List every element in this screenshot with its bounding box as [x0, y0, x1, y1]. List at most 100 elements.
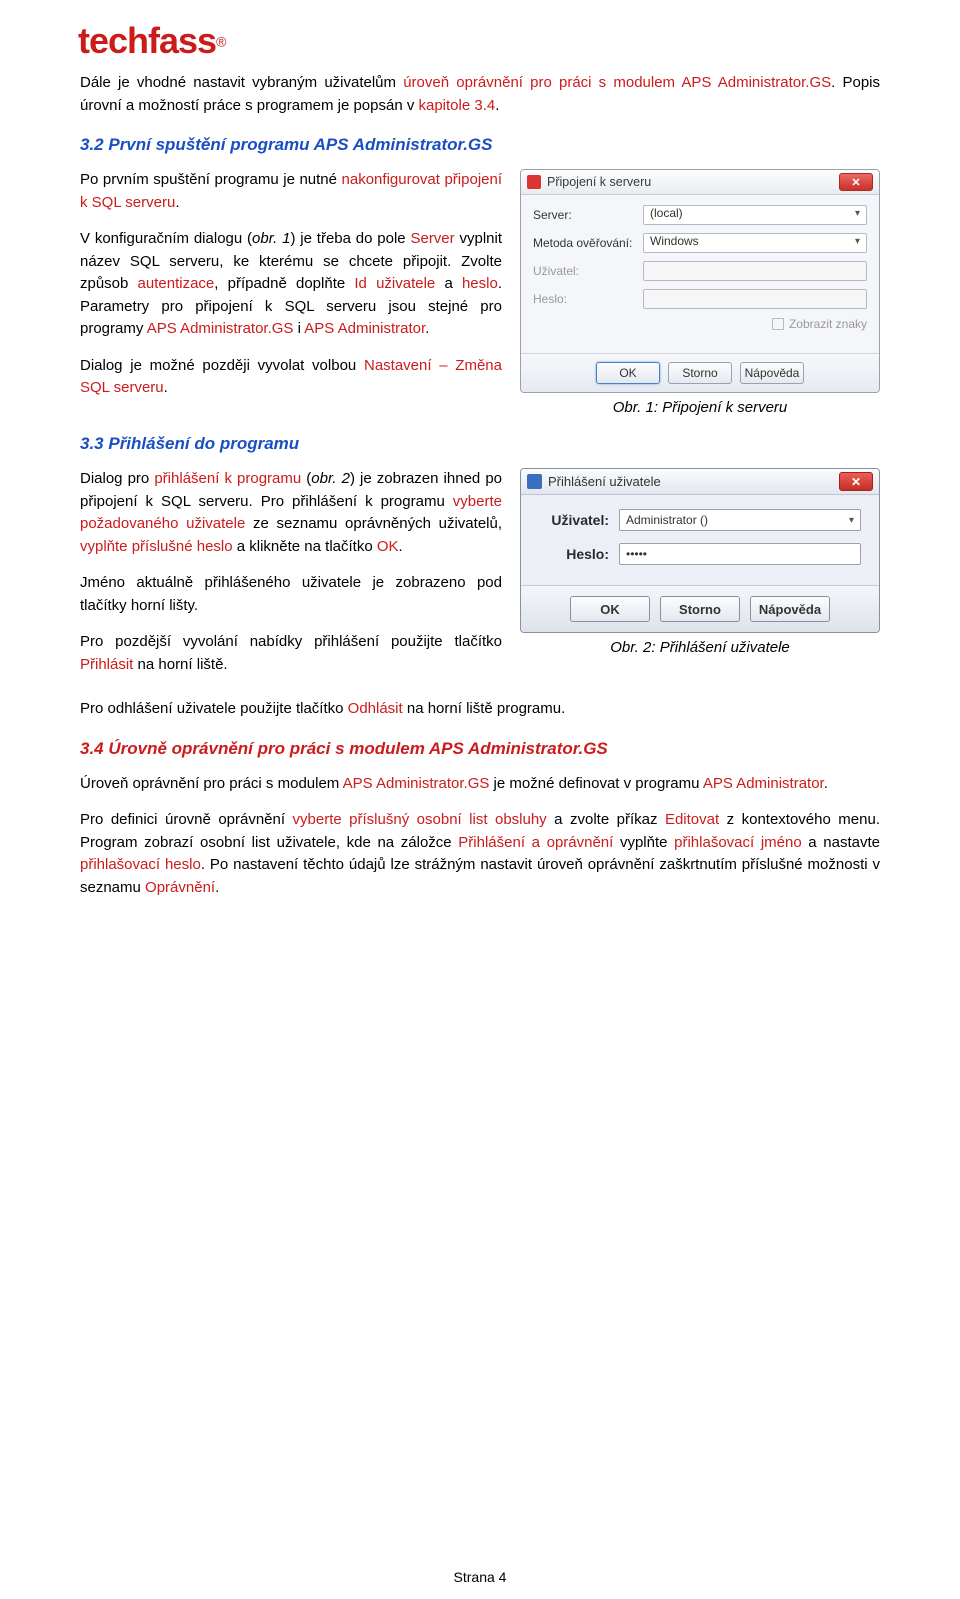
dialog-titlebar: Připojení k serveru ✕ — [521, 170, 879, 195]
user-input[interactable] — [643, 261, 867, 281]
text-red: APS Administrator.GS — [343, 775, 490, 792]
text: ze seznamu oprávněných uživatelů, — [245, 515, 502, 532]
text: vyplňte — [613, 834, 674, 851]
dialog-title: Připojení k serveru — [547, 175, 833, 189]
connection-dialog: Připojení k serveru ✕ Server: (local) Me… — [520, 169, 880, 393]
text: Dále je vhodné nastavit vybraným uživate… — [80, 74, 403, 91]
text-red: Oprávnění — [145, 879, 215, 896]
text: na horní liště programu. — [403, 700, 566, 717]
text: Po prvním spuštění programu je nutné — [80, 171, 342, 188]
close-icon: ✕ — [851, 176, 860, 189]
text: a klikněte na tlačítko — [233, 538, 377, 555]
text: Pro pozdější vyvolání nabídky přihlášení… — [80, 633, 502, 650]
text: Úroveň oprávnění pro práci s modulem — [80, 775, 343, 792]
logo-text: techfass — [78, 20, 216, 61]
text-red: vyplňte příslušné heslo — [80, 538, 233, 555]
intro-paragraph: Dále je vhodné nastavit vybraným uživate… — [80, 72, 880, 117]
logo: techfass® — [78, 20, 880, 62]
text: i — [293, 320, 304, 337]
ok-button[interactable]: OK — [570, 596, 650, 622]
text-red: kapitole 3.4 — [419, 97, 496, 114]
app-icon — [527, 474, 542, 489]
text-red: úroveň oprávnění pro práci s modulem APS… — [403, 74, 831, 91]
password-value: ••••• — [626, 547, 647, 561]
app-icon — [527, 175, 541, 189]
text-red: Přihlášení a oprávnění — [458, 834, 613, 851]
text: obr. 2 — [311, 470, 350, 487]
text-red: Server — [410, 230, 454, 247]
user-label: Uživatel: — [533, 264, 633, 278]
text-red: Odhlásit — [348, 700, 403, 717]
section-3-4-heading: 3.4 Úrovně oprávnění pro práci s modulem… — [80, 739, 880, 759]
user-value: Administrator () — [626, 513, 708, 527]
s32-p2: V konfiguračním dialogu (obr. 1) je třeb… — [80, 228, 502, 341]
show-chars-checkbox[interactable] — [772, 318, 784, 330]
help-button[interactable]: Nápověda — [750, 596, 830, 622]
text: a zvolte příkaz — [547, 811, 665, 828]
text: Dialog je možné později vyvolat volbou — [80, 357, 364, 374]
cancel-button[interactable]: Storno — [668, 362, 732, 384]
password-input[interactable] — [643, 289, 867, 309]
s33-p4: Pro odhlášení uživatele použijte tlačítk… — [80, 698, 880, 721]
text: . — [495, 97, 499, 114]
dialog-title: Přihlášení uživatele — [548, 474, 833, 489]
s34-p2: Pro definici úrovně oprávnění vyberte př… — [80, 809, 880, 899]
user-select[interactable]: Administrator () — [619, 509, 861, 531]
show-chars-label: Zobrazit znaky — [789, 317, 867, 331]
text: a — [435, 275, 462, 292]
s32-p1: Po prvním spuštění programu je nutné nak… — [80, 169, 502, 214]
auth-select[interactable]: Windows — [643, 233, 867, 253]
text: Dialog pro — [80, 470, 154, 487]
s32-p3: Dialog je možné později vyvolat volbou N… — [80, 355, 502, 400]
help-button[interactable]: Nápověda — [740, 362, 804, 384]
text: . — [164, 379, 168, 396]
text-red: APS Administrator.GS — [147, 320, 294, 337]
text: . — [215, 879, 219, 896]
text-red: Editovat — [665, 811, 719, 828]
user-label: Uživatel: — [539, 512, 609, 528]
text: je možné definovat v programu — [489, 775, 702, 792]
text-red: APS Administrator — [304, 320, 425, 337]
text-red: přihlašovací heslo — [80, 856, 201, 873]
s33-p2: Jméno aktuálně přihlášeného uživatele je… — [80, 572, 502, 617]
text: . — [175, 194, 179, 211]
text-red: přihlašovací jméno — [674, 834, 802, 851]
text: na horní liště. — [133, 656, 227, 673]
text-red: APS Administrator — [703, 775, 824, 792]
password-label: Heslo: — [533, 292, 633, 306]
s33-p1: Dialog pro přihlášení k programu (obr. 2… — [80, 468, 502, 558]
text: Pro odhlášení uživatele použijte tlačítk… — [80, 700, 348, 717]
ok-button[interactable]: OK — [596, 362, 660, 384]
close-button[interactable]: ✕ — [839, 472, 873, 491]
auth-label: Metoda ověřování: — [533, 236, 633, 250]
text: V konfiguračním dialogu ( — [80, 230, 252, 247]
password-input[interactable]: ••••• — [619, 543, 861, 565]
s34-p1: Úroveň oprávnění pro práci s modulem APS… — [80, 773, 880, 796]
text: Pro definici úrovně oprávnění — [80, 811, 293, 828]
text: . — [399, 538, 403, 555]
login-dialog: Přihlášení uživatele ✕ Uživatel: Adminis… — [520, 468, 880, 633]
text-red: autentizace — [138, 275, 215, 292]
text-red: OK — [377, 538, 399, 555]
text: . — [824, 775, 828, 792]
text-red: přihlášení k programu — [154, 470, 301, 487]
cancel-button[interactable]: Storno — [660, 596, 740, 622]
logo-reg: ® — [216, 34, 226, 50]
page-footer: Strana 4 — [0, 1569, 960, 1585]
text-red: heslo — [462, 275, 498, 292]
password-label: Heslo: — [539, 546, 609, 562]
server-select[interactable]: (local) — [643, 205, 867, 225]
section-3-3-heading: 3.3 Přihlášení do programu — [80, 434, 880, 454]
s33-p3: Pro pozdější vyvolání nabídky přihlášení… — [80, 631, 502, 676]
figure-1-caption: Obr. 1: Připojení k serveru — [520, 399, 880, 416]
text: . — [425, 320, 429, 337]
text: obr. 1 — [252, 230, 290, 247]
text: ( — [301, 470, 311, 487]
text-red: vyberte příslušný osobní list obsluhy — [293, 811, 547, 828]
text: a nastavte — [802, 834, 880, 851]
dialog-titlebar: Přihlášení uživatele ✕ — [521, 469, 879, 495]
close-button[interactable]: ✕ — [839, 173, 873, 191]
text-red: Přihlásit — [80, 656, 133, 673]
text: ) je třeba do pole — [290, 230, 410, 247]
auth-value: Windows — [650, 234, 699, 248]
